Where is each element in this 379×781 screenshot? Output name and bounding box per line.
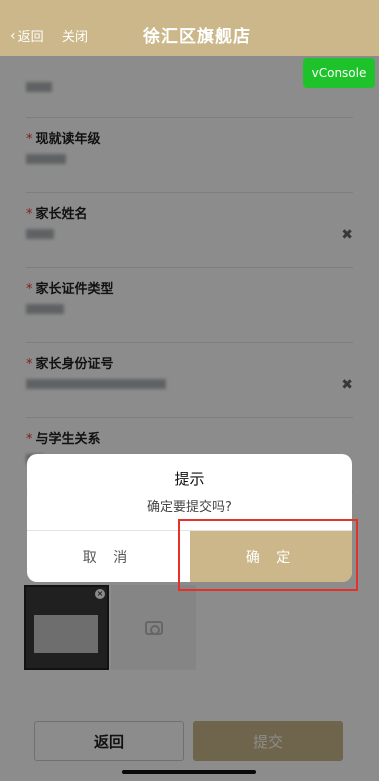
back-link[interactable]: ‹ 返回 bbox=[10, 26, 44, 46]
chevron-left-icon: ‹ bbox=[10, 27, 16, 44]
close-link[interactable]: 关闭 bbox=[62, 26, 88, 45]
page-title: 徐汇区旗舰店 bbox=[143, 27, 251, 47]
nav-header: ‹ 返回 关闭 徐汇区旗舰店 bbox=[0, 0, 379, 56]
back-label: 返回 bbox=[17, 30, 44, 45]
vconsole-button[interactable]: vConsole bbox=[303, 58, 375, 88]
highlight-annotation-box bbox=[178, 519, 358, 591]
cancel-button[interactable]: 取 消 bbox=[27, 531, 189, 582]
dialog-title: 提示 bbox=[174, 470, 205, 488]
dialog-message: 确定要提交吗? bbox=[147, 500, 232, 515]
modal-overlay[interactable] bbox=[0, 56, 379, 781]
